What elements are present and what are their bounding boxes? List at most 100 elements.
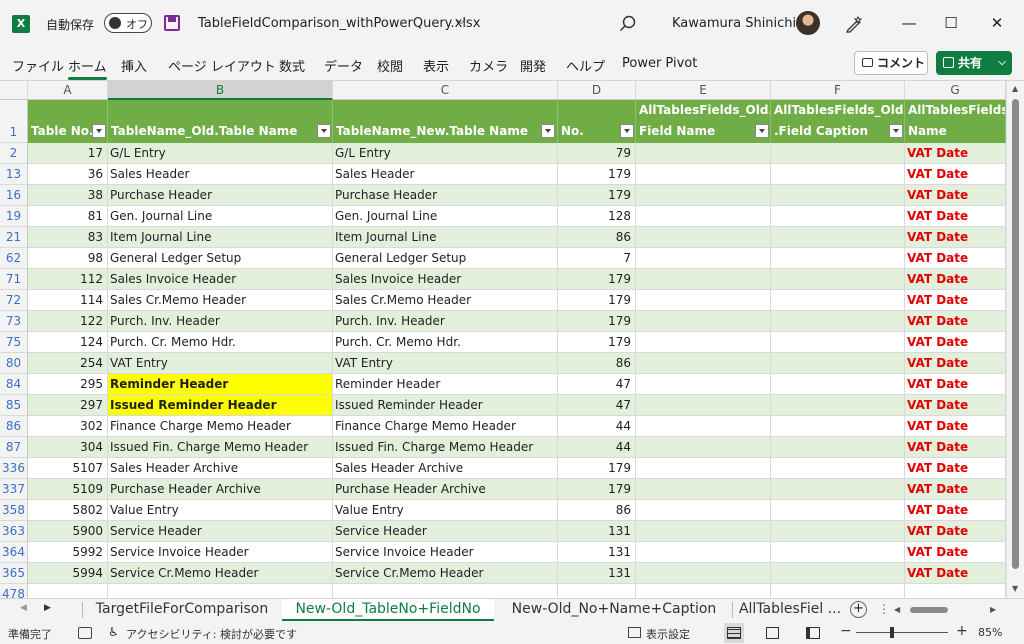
cell-new-table-name[interactable]: G/L Entry <box>333 143 558 164</box>
tab-help[interactable]: ヘルプ <box>566 56 605 75</box>
sheet-tab[interactable]: New-Old_No+Name+Caption <box>496 599 732 621</box>
cell-old-table-name[interactable]: Sales Header Archive <box>108 458 333 479</box>
cell-table-no[interactable]: 38 <box>28 185 108 206</box>
cell-field-no[interactable]: 131 <box>558 563 636 584</box>
cell-old-field-caption[interactable] <box>771 395 905 416</box>
cell-new-table-name[interactable]: Purch. Cr. Memo Hdr. <box>333 332 558 353</box>
cell-field-no[interactable]: 7 <box>558 248 636 269</box>
cell-new-table-name[interactable]: Value Entry <box>333 500 558 521</box>
row-header[interactable]: 62 <box>0 248 28 269</box>
cell-old-field-caption[interactable] <box>771 164 905 185</box>
cell-old-field-caption[interactable] <box>771 374 905 395</box>
row-header[interactable]: 363 <box>0 521 28 542</box>
cell-field-name[interactable]: VAT Date <box>905 521 1006 542</box>
macro-record-icon[interactable] <box>78 627 92 639</box>
vertical-scrollbar[interactable]: ▲ ▼ <box>1006 81 1024 598</box>
row-header[interactable]: 478 <box>0 584 28 598</box>
vertical-scroll-thumb[interactable] <box>1012 99 1019 569</box>
scroll-left-icon[interactable]: ◀ <box>894 605 900 614</box>
cell-table-no[interactable]: 5109 <box>28 479 108 500</box>
horizontal-scroll-thumb[interactable] <box>910 607 948 613</box>
cell-old-field-name[interactable] <box>636 353 771 374</box>
save-icon[interactable] <box>164 15 180 31</box>
column-header-d[interactable]: D <box>558 81 636 100</box>
cell-old-table-name[interactable]: Reminder Header <box>108 374 333 395</box>
table-header-cell[interactable]: Table No. <box>28 100 108 143</box>
cell-field-no[interactable]: 179 <box>558 332 636 353</box>
cell-old-table-name[interactable]: VAT Entry <box>108 353 333 374</box>
cell-field-no[interactable]: 128 <box>558 206 636 227</box>
cell-old-field-name[interactable] <box>636 332 771 353</box>
cell-old-table-name[interactable]: Purchase Header <box>108 185 333 206</box>
sheet-tab[interactable]: TargetFileForComparison <box>84 599 280 621</box>
cell-new-table-name[interactable]: Sales Header <box>333 164 558 185</box>
cell-new-table-name[interactable]: Service Header <box>333 521 558 542</box>
tab-formulas[interactable]: 数式 <box>279 56 305 75</box>
cell-old-field-name[interactable] <box>636 143 771 164</box>
accessibility-status[interactable]: アクセシビリティ: 検討が必要です <box>126 626 297 642</box>
maximize-icon[interactable]: ☐ <box>940 12 962 34</box>
page-layout-view-icon[interactable] <box>766 627 779 639</box>
column-header-f[interactable]: F <box>771 81 905 100</box>
scroll-up-icon[interactable]: ▲ <box>1012 84 1018 93</box>
cell-table-no[interactable]: 304 <box>28 437 108 458</box>
empty-cell[interactable] <box>636 584 771 598</box>
empty-cell[interactable] <box>558 584 636 598</box>
cell-old-table-name[interactable]: Service Cr.Memo Header <box>108 563 333 584</box>
cell-old-table-name[interactable]: Purch. Cr. Memo Hdr. <box>108 332 333 353</box>
cell-old-table-name[interactable]: General Ledger Setup <box>108 248 333 269</box>
cell-old-field-name[interactable] <box>636 311 771 332</box>
cell-field-no[interactable]: 86 <box>558 227 636 248</box>
cell-new-table-name[interactable]: General Ledger Setup <box>333 248 558 269</box>
cell-table-no[interactable]: 112 <box>28 269 108 290</box>
row-header[interactable]: 1 <box>0 100 28 143</box>
cell-field-no[interactable]: 179 <box>558 164 636 185</box>
cell-field-name[interactable]: VAT Date <box>905 500 1006 521</box>
cell-field-name[interactable]: VAT Date <box>905 290 1006 311</box>
cell-field-name[interactable]: VAT Date <box>905 374 1006 395</box>
cell-old-field-caption[interactable] <box>771 185 905 206</box>
page-break-preview-icon[interactable] <box>806 627 820 639</box>
filter-dropdown-icon[interactable] <box>755 124 769 138</box>
cell-field-name[interactable]: VAT Date <box>905 248 1006 269</box>
cell-new-table-name[interactable]: Reminder Header <box>333 374 558 395</box>
cell-table-no[interactable]: 5992 <box>28 542 108 563</box>
tab-view[interactable]: 表示 <box>423 56 449 75</box>
cell-field-no[interactable]: 44 <box>558 437 636 458</box>
row-header[interactable]: 80 <box>0 353 28 374</box>
tab-review[interactable]: 校閲 <box>377 56 403 75</box>
empty-cell[interactable] <box>333 584 558 598</box>
cell-table-no[interactable]: 254 <box>28 353 108 374</box>
cell-field-name[interactable]: VAT Date <box>905 437 1006 458</box>
cell-old-table-name[interactable]: Issued Fin. Charge Memo Header <box>108 437 333 458</box>
row-header[interactable]: 364 <box>0 542 28 563</box>
row-header[interactable]: 19 <box>0 206 28 227</box>
row-header[interactable]: 16 <box>0 185 28 206</box>
comment-button[interactable]: コメント <box>854 51 928 75</box>
cell-old-field-name[interactable] <box>636 248 771 269</box>
cell-field-name[interactable]: VAT Date <box>905 395 1006 416</box>
cell-old-field-name[interactable] <box>636 290 771 311</box>
cell-old-field-caption[interactable] <box>771 437 905 458</box>
cell-old-table-name[interactable]: G/L Entry <box>108 143 333 164</box>
cell-table-no[interactable]: 122 <box>28 311 108 332</box>
cell-field-name[interactable]: VAT Date <box>905 206 1006 227</box>
cell-new-table-name[interactable]: Issued Fin. Charge Memo Header <box>333 437 558 458</box>
cell-old-field-name[interactable] <box>636 206 771 227</box>
cell-old-field-caption[interactable] <box>771 248 905 269</box>
cell-field-name[interactable]: VAT Date <box>905 542 1006 563</box>
spreadsheet-grid[interactable]: A B C D E F G 1 Table No. TableName_Old.… <box>0 80 1024 598</box>
add-sheet-icon[interactable]: + <box>850 601 867 618</box>
cell-field-no[interactable]: 179 <box>558 185 636 206</box>
cell-new-table-name[interactable]: Issued Reminder Header <box>333 395 558 416</box>
column-header-g[interactable]: G <box>905 81 1006 100</box>
cell-table-no[interactable]: 36 <box>28 164 108 185</box>
tab-file[interactable]: ファイル <box>12 56 64 75</box>
row-header[interactable]: 21 <box>0 227 28 248</box>
tab-home[interactable]: ホーム <box>68 56 107 80</box>
filter-dropdown-icon[interactable] <box>541 124 555 138</box>
cell-old-field-name[interactable] <box>636 521 771 542</box>
column-header-a[interactable]: A <box>28 81 108 100</box>
cell-old-table-name[interactable]: Sales Header <box>108 164 333 185</box>
cell-old-field-caption[interactable] <box>771 542 905 563</box>
